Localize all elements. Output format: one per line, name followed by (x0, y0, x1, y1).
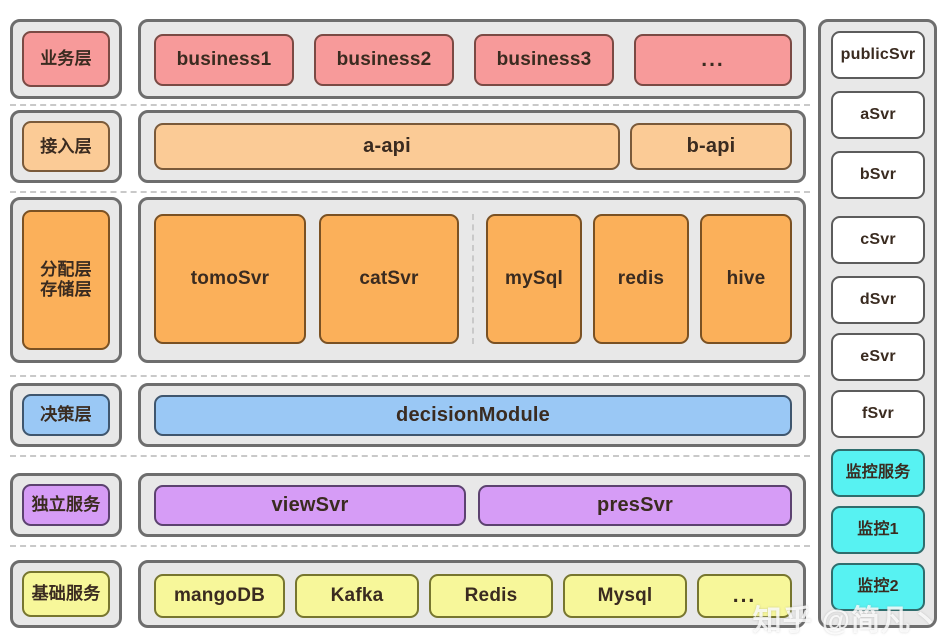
layer-label-panel-basic: 基础服务 (10, 560, 122, 628)
layer-label-independent: 独立服务 (22, 484, 110, 526)
node-business1[interactable]: business1 (154, 34, 294, 86)
layer-separator-1 (10, 104, 810, 106)
node-presSvr[interactable]: presSvr (478, 485, 792, 526)
layer-content-panel-storage: tomoSvr catSvr mySql redis hive (138, 197, 806, 363)
sidebar-item-aSvr[interactable]: aSvr (831, 91, 925, 139)
layer-label-access: 接入层 (22, 121, 110, 172)
node-viewSvr[interactable]: viewSvr (154, 485, 466, 526)
node-catSvr[interactable]: catSvr (319, 214, 459, 344)
sidebar-item-publicSvr[interactable]: publicSvr (831, 31, 925, 79)
layer-content-panel-basic: mangoDB Kafka Redis Mysql ... (138, 560, 806, 628)
node-decisionModule[interactable]: decisionModule (154, 395, 792, 436)
sidebar-item-monitor-2[interactable]: 监控2 (831, 563, 925, 611)
node-basic-more[interactable]: ... (697, 574, 792, 618)
layer-label-business: 业务层 (22, 31, 110, 87)
layer-separator-3 (10, 375, 810, 377)
storage-group-divider (472, 214, 474, 344)
architecture-diagram: 业务层 business1 business2 business3 ... 接入… (0, 0, 947, 641)
layer-label-decision: 决策层 (22, 394, 110, 436)
node-business3[interactable]: business3 (474, 34, 614, 86)
node-a-api[interactable]: a-api (154, 123, 620, 170)
layer-label-panel-independent: 独立服务 (10, 473, 122, 537)
sidebar-item-fSvr[interactable]: fSvr (831, 390, 925, 438)
layer-label-panel-decision: 决策层 (10, 383, 122, 447)
sidebar-panel: publicSvr aSvr bSvr cSvr dSvr eSvr fSvr … (818, 19, 937, 628)
sidebar-item-cSvr[interactable]: cSvr (831, 216, 925, 264)
sidebar-item-monitor-1[interactable]: 监控1 (831, 506, 925, 554)
layer-content-panel-access: a-api b-api (138, 110, 806, 183)
layer-label-panel-storage: 分配层 存储层 (10, 197, 122, 363)
layer-separator-2 (10, 191, 810, 193)
layer-label-basic: 基础服务 (22, 571, 110, 617)
layer-separator-5 (10, 545, 810, 547)
node-tomoSvr[interactable]: tomoSvr (154, 214, 306, 344)
node-business2[interactable]: business2 (314, 34, 454, 86)
layer-content-panel-independent: viewSvr presSvr (138, 473, 806, 537)
node-mySql[interactable]: mySql (486, 214, 582, 344)
layer-label-panel-business: 业务层 (10, 19, 122, 99)
node-mangoDB[interactable]: mangoDB (154, 574, 285, 618)
sidebar-item-monitor-service[interactable]: 监控服务 (831, 449, 925, 497)
node-redis-basic[interactable]: Redis (429, 574, 553, 618)
node-b-api[interactable]: b-api (630, 123, 792, 170)
sidebar-item-dSvr[interactable]: dSvr (831, 276, 925, 324)
layer-separator-4 (10, 455, 810, 457)
layer-label-panel-access: 接入层 (10, 110, 122, 183)
layer-content-panel-business: business1 business2 business3 ... (138, 19, 806, 99)
layer-label-storage: 分配层 存储层 (22, 210, 110, 350)
node-redis[interactable]: redis (593, 214, 689, 344)
node-hive[interactable]: hive (700, 214, 792, 344)
sidebar-item-eSvr[interactable]: eSvr (831, 333, 925, 381)
node-kafka[interactable]: Kafka (295, 574, 419, 618)
node-business-more[interactable]: ... (634, 34, 792, 86)
layer-content-panel-decision: decisionModule (138, 383, 806, 447)
sidebar-item-bSvr[interactable]: bSvr (831, 151, 925, 199)
node-mysql-basic[interactable]: Mysql (563, 574, 687, 618)
